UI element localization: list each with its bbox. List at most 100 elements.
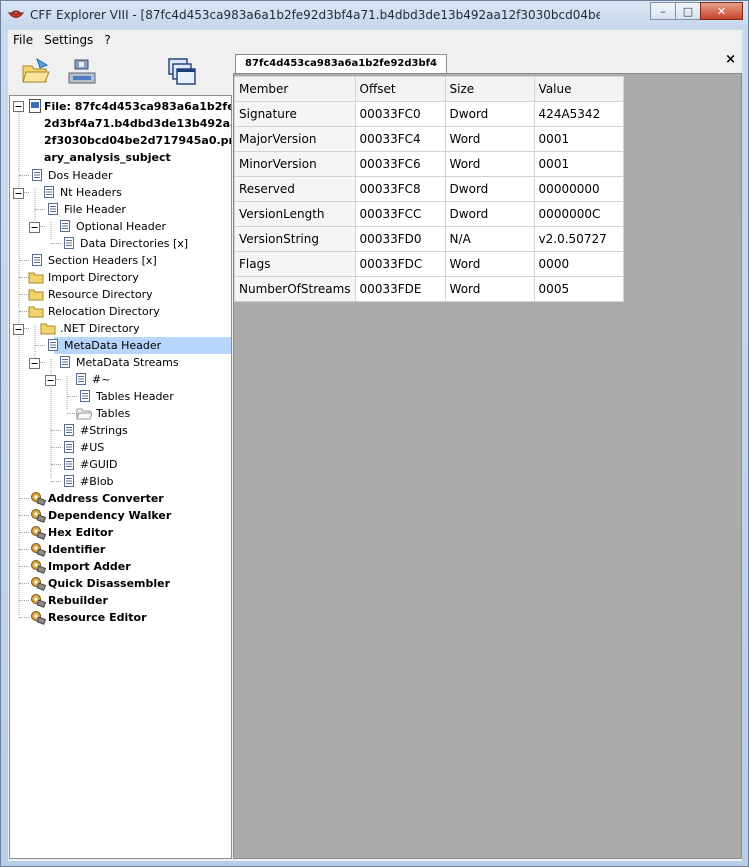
tab-file[interactable]: 87fc4d453ca983a6a1b2fe92d3bf4 [235, 54, 447, 74]
tree-root-file[interactable]: File: 87fc4d453ca983a6a1b2fe9 2d3bf4a71.… [10, 98, 231, 166]
tree-item-dependency-walker[interactable]: Dependency Walker [10, 507, 231, 524]
tree-item-rebuilder[interactable]: Rebuilder [10, 592, 231, 609]
cell-value[interactable]: 0005 [533, 276, 624, 302]
tree-panel[interactable]: File: 87fc4d453ca983a6a1b2fe9 2d3bf4a71.… [9, 95, 232, 859]
table-row[interactable]: NumberOfStreams 00033FDE Word 0005 [234, 276, 624, 302]
tab-close-button[interactable]: × [725, 52, 736, 67]
cell-offset[interactable]: 00033FC0 [354, 101, 446, 127]
cell-member[interactable]: Flags [234, 251, 356, 277]
cell-size[interactable]: N/A [444, 226, 535, 252]
tree-connector [19, 260, 29, 261]
close-button[interactable]: ✕ [700, 2, 743, 20]
windows-icon[interactable] [166, 56, 198, 86]
cell-size[interactable]: Dword [444, 176, 535, 202]
cell-offset[interactable]: 00033FDE [354, 276, 446, 302]
tree-item-strings[interactable]: #Strings [10, 422, 231, 439]
menu-settings[interactable]: Settings [39, 30, 99, 52]
table-row[interactable]: VersionLength 00033FCC Dword 0000000C [234, 201, 624, 227]
tree-item-net-directory[interactable]: .NET Directory [10, 320, 231, 337]
tree-item-nt-headers[interactable]: Nt Headers [10, 184, 231, 201]
cell-size[interactable]: Word [444, 126, 535, 152]
cell-value[interactable]: 0000 [533, 251, 624, 277]
tree-item-import-adder[interactable]: Import Adder [10, 558, 231, 575]
table-row[interactable]: Signature 00033FC0 Dword 424A5342 [234, 101, 624, 127]
open-file-icon[interactable] [20, 56, 52, 86]
minimize-button[interactable]: – [650, 2, 676, 20]
tree-item-us[interactable]: #US [10, 439, 231, 456]
cell-member[interactable]: VersionString [234, 226, 356, 252]
tree-item-address-converter[interactable]: Address Converter [10, 490, 231, 507]
cell-size[interactable]: Word [444, 151, 535, 177]
table-row[interactable]: Reserved 00033FC8 Dword 00000000 [234, 176, 624, 202]
collapse-icon[interactable] [13, 323, 24, 340]
cell-value[interactable]: 0001 [533, 126, 624, 152]
collapse-icon[interactable] [13, 101, 24, 112]
column-header-value[interactable]: Value [533, 76, 624, 102]
tree-item-dos-header[interactable]: Dos Header [10, 167, 231, 184]
tree-item-resource-editor[interactable]: Resource Editor [10, 609, 231, 626]
tree-file-line-4: ary_analysis_subject [44, 151, 171, 164]
tree-item-quick-disassembler[interactable]: Quick Disassembler [10, 575, 231, 592]
cell-member[interactable]: Signature [234, 101, 356, 127]
cell-member[interactable]: MajorVersion [234, 126, 356, 152]
tree-item-data-directories-x[interactable]: Data Directories [x] [10, 235, 231, 252]
save-icon[interactable] [66, 56, 98, 86]
cell-member[interactable]: VersionLength [234, 201, 356, 227]
cell-value[interactable]: 00000000 [533, 176, 624, 202]
tree-connector [19, 498, 29, 499]
cell-size[interactable]: Word [444, 251, 535, 277]
tree-item-label: Import Directory [48, 271, 139, 284]
title-bar[interactable]: CFF Explorer VIII - [87fc4d453ca983a6a1b… [1, 1, 748, 29]
cell-member[interactable]: NumberOfStreams [234, 276, 356, 302]
tree-item-guid[interactable]: #GUID [10, 456, 231, 473]
tree-connector [51, 464, 61, 465]
cell-offset[interactable]: 00033FC8 [354, 176, 446, 202]
tree-file-line-2: 2d3bf4a71.b4dbd3de13b492aa1 [44, 117, 232, 130]
cell-value[interactable]: 0000000C [533, 201, 624, 227]
tree-item-file-header[interactable]: File Header [10, 201, 231, 218]
tree-item-section-headers-x[interactable]: Section Headers [x] [10, 252, 231, 269]
maximize-button[interactable]: □ [675, 2, 701, 20]
tree-item-identifier[interactable]: Identifier [10, 541, 231, 558]
table-row[interactable]: MinorVersion 00033FC6 Word 0001 [234, 151, 624, 177]
table-row[interactable]: VersionString 00033FD0 N/A v2.0.50727 [234, 226, 624, 252]
grid-header-row: Member Offset Size Value [234, 76, 624, 102]
cell-offset[interactable]: 00033FDC [354, 251, 446, 277]
cell-offset[interactable]: 00033FCC [354, 201, 446, 227]
cell-size[interactable]: Dword [444, 201, 535, 227]
menu-help[interactable]: ? [99, 30, 116, 52]
tree-item-resource-directory[interactable]: Resource Directory [10, 286, 231, 303]
app-icon [8, 10, 24, 18]
table-row[interactable]: Flags 00033FDC Word 0000 [234, 251, 624, 277]
cell-offset[interactable]: 00033FC6 [354, 151, 446, 177]
tree-item-label: Section Headers [x] [48, 254, 157, 267]
tree-item-metadata-header[interactable]: MetaData Header [35, 337, 231, 354]
tree-item-tables[interactable]: Tables [10, 405, 231, 422]
tree-item-tables-header[interactable]: Tables Header [10, 388, 231, 405]
cell-offset[interactable]: 00033FC4 [354, 126, 446, 152]
tree-item-blob[interactable]: #Blob [10, 473, 231, 490]
menu-file[interactable]: File [8, 30, 39, 52]
column-header-offset[interactable]: Offset [354, 76, 446, 102]
tree-item-relocation-directory[interactable]: Relocation Directory [10, 303, 231, 320]
tree-item-import-directory[interactable]: Import Directory [10, 269, 231, 286]
cell-value[interactable]: 0001 [533, 151, 624, 177]
cell-size[interactable]: Dword [444, 101, 535, 127]
column-header-size[interactable]: Size [444, 76, 535, 102]
cell-offset[interactable]: 00033FD0 [354, 226, 446, 252]
tree-item-label: Rebuilder [48, 594, 108, 607]
tree-item-metadata-streams[interactable]: MetaData Streams [10, 354, 231, 371]
cell-size[interactable]: Word [444, 276, 535, 302]
cell-member[interactable]: MinorVersion [234, 151, 356, 177]
tool-icon [30, 610, 47, 630]
cell-member[interactable]: Reserved [234, 176, 356, 202]
cell-value[interactable]: v2.0.50727 [533, 226, 624, 252]
column-header-member[interactable]: Member [234, 76, 356, 102]
table-row[interactable]: MajorVersion 00033FC4 Word 0001 [234, 126, 624, 152]
tree-item-[interactable]: #~ [10, 371, 231, 388]
tree-connector [19, 515, 29, 516]
tree-item-label: Nt Headers [60, 186, 122, 199]
tree-item-hex-editor[interactable]: Hex Editor [10, 524, 231, 541]
cell-value[interactable]: 424A5342 [533, 101, 624, 127]
tree-item-optional-header[interactable]: Optional Header [10, 218, 231, 235]
